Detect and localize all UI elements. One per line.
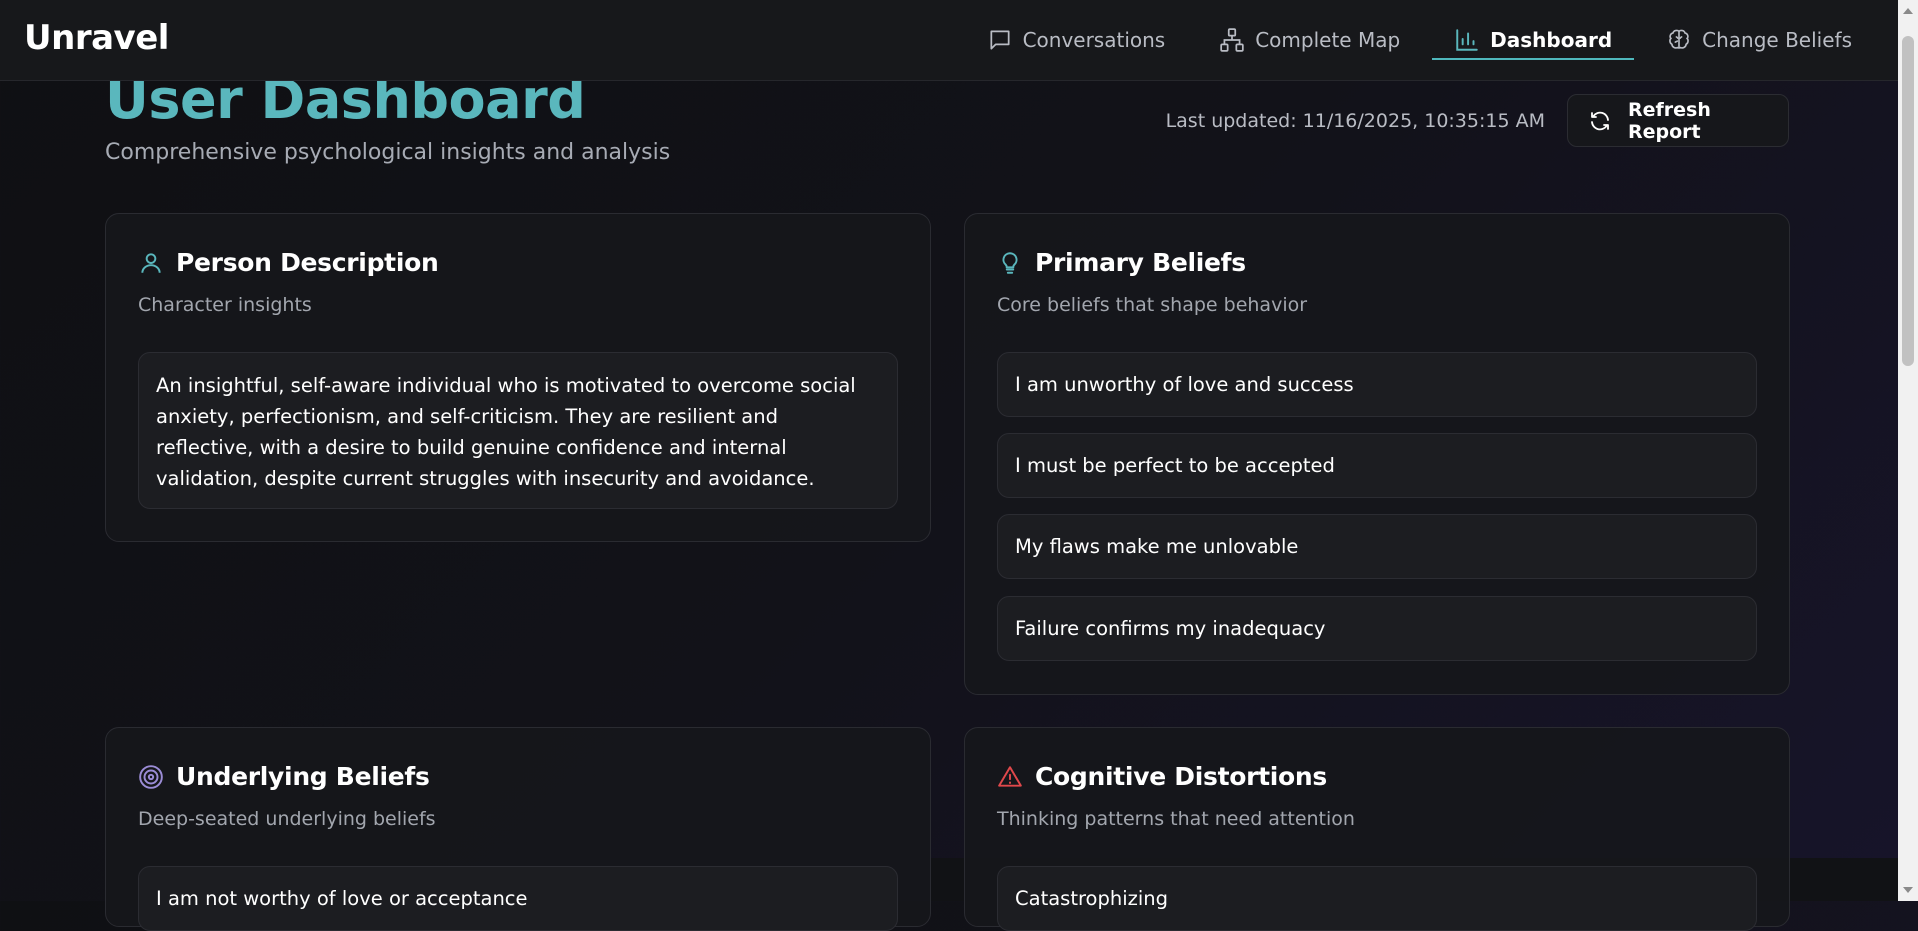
belief-item[interactable]: Failure confirms my inadequacy: [997, 596, 1757, 661]
belief-item[interactable]: My flaws make me unlovable: [997, 514, 1757, 579]
chat-bubble-icon: [987, 27, 1013, 53]
distortion-item[interactable]: Catastrophizing: [997, 866, 1757, 931]
last-updated-text: Last updated: 11/16/2025, 10:35:15 AM: [1165, 110, 1545, 132]
nav-change-beliefs-label: Change Beliefs: [1702, 28, 1852, 52]
refresh-icon: [1588, 109, 1612, 133]
person-description-card: Person Description Character insights An…: [105, 213, 931, 542]
card-subtitle: Thinking patterns that need attention: [997, 808, 1355, 830]
card-header: Primary Beliefs: [997, 248, 1246, 277]
card-title: Underlying Beliefs: [176, 762, 430, 791]
card-title: Primary Beliefs: [1035, 248, 1246, 277]
underlying-beliefs-card: Underlying Beliefs Deep-seated underlyin…: [105, 727, 931, 931]
nav-conversations[interactable]: Conversations: [965, 0, 1188, 80]
lightbulb-icon: [997, 250, 1023, 276]
brain-icon: [1666, 27, 1692, 53]
main-nav: Conversations Complete Map Dashboard Cha…: [965, 0, 1874, 80]
scrollbar-thumb[interactable]: [1902, 36, 1914, 366]
page-scrollbar[interactable]: [1898, 0, 1918, 901]
card-title: Person Description: [176, 248, 439, 277]
scroll-down-arrow-icon[interactable]: [1903, 887, 1913, 893]
belief-item[interactable]: I must be perfect to be accepted: [997, 433, 1757, 498]
warning-triangle-icon: [997, 764, 1023, 790]
refresh-report-button[interactable]: Refresh Report: [1567, 94, 1789, 147]
nav-dashboard-label: Dashboard: [1490, 28, 1613, 52]
primary-beliefs-card: Primary Beliefs Core beliefs that shape …: [964, 213, 1790, 695]
card-subtitle: Character insights: [138, 294, 312, 316]
nav-conversations-label: Conversations: [1022, 28, 1166, 52]
person-description-text: An insightful, self-aware individual who…: [138, 352, 898, 509]
target-icon: [138, 764, 164, 790]
user-icon: [138, 250, 164, 276]
page-subtitle: Comprehensive psychological insights and…: [105, 140, 671, 165]
card-header: Cognitive Distortions: [997, 762, 1327, 791]
app-logo[interactable]: Unravel: [24, 18, 169, 58]
nav-change-beliefs[interactable]: Change Beliefs: [1644, 0, 1874, 80]
refresh-report-label: Refresh Report: [1628, 98, 1711, 143]
card-title: Cognitive Distortions: [1035, 762, 1327, 791]
nav-dashboard[interactable]: Dashboard: [1432, 0, 1635, 80]
network-icon: [1219, 27, 1245, 53]
nav-complete-map[interactable]: Complete Map: [1197, 0, 1422, 80]
belief-item[interactable]: I am unworthy of love and success: [997, 352, 1757, 417]
card-header: Underlying Beliefs: [138, 762, 430, 791]
bar-chart-icon: [1454, 27, 1480, 53]
card-subtitle: Core beliefs that shape behavior: [997, 294, 1308, 316]
nav-complete-map-label: Complete Map: [1255, 28, 1401, 52]
top-navigation-bar: Unravel Conversations Complete Map Dashb…: [0, 0, 1898, 81]
belief-item[interactable]: I am not worthy of love or acceptance: [138, 866, 898, 931]
cognitive-distortions-card: Cognitive Distortions Thinking patterns …: [964, 727, 1790, 931]
scroll-up-arrow-icon[interactable]: [1903, 8, 1913, 14]
card-header: Person Description: [138, 248, 439, 277]
card-subtitle: Deep-seated underlying beliefs: [138, 808, 436, 830]
